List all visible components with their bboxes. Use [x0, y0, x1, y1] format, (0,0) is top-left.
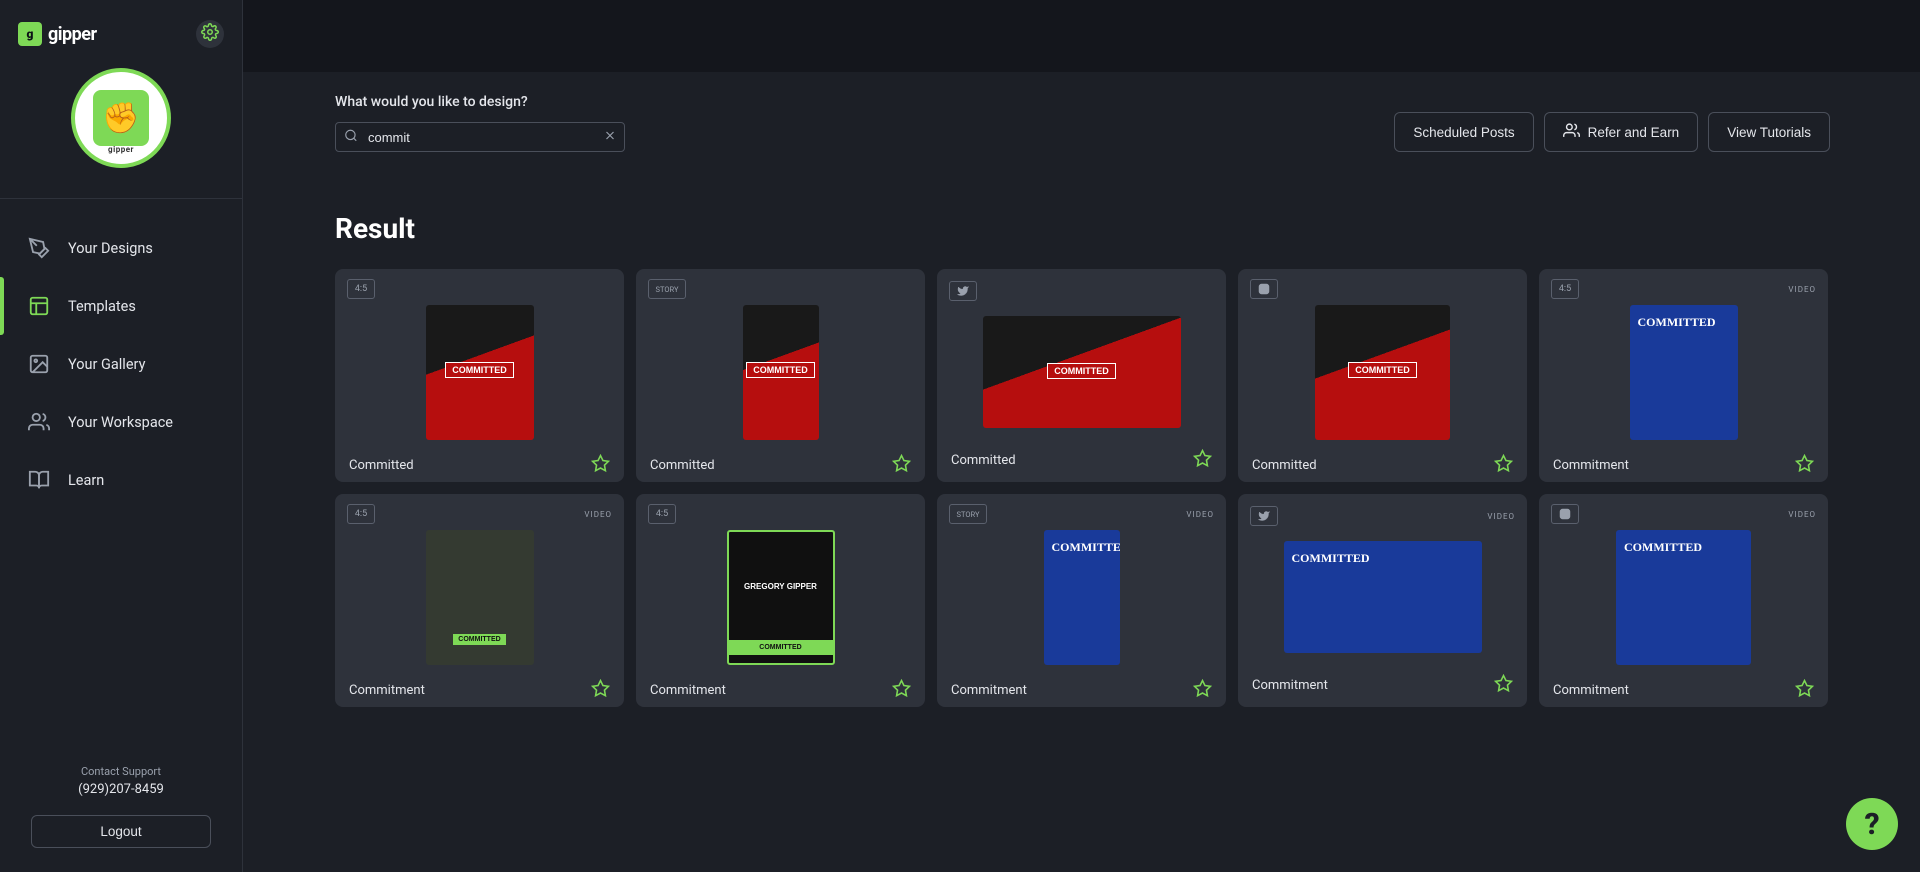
template-card[interactable]: 4:5 VIDEO Commitment [335, 494, 624, 707]
template-card[interactable]: 4:5 Commitment [636, 494, 925, 707]
template-card[interactable]: VIDEO Commitment [1539, 494, 1828, 707]
card-title: Committed [951, 453, 1016, 468]
users-icon [1563, 122, 1580, 142]
template-card[interactable]: Committed [1238, 269, 1527, 482]
nav-label: Learn [68, 472, 104, 489]
main: What would you like to design? Scheduled… [243, 0, 1920, 872]
nav-label: Your Gallery [68, 356, 145, 373]
ratio-badge: 4:5 [347, 504, 375, 524]
favorite-button[interactable] [1494, 454, 1513, 477]
favorite-button[interactable] [1193, 449, 1212, 472]
template-thumbnail [1315, 305, 1450, 440]
favorite-button[interactable] [1795, 679, 1814, 702]
template-thumbnail [1630, 305, 1738, 440]
favorite-button[interactable] [1795, 454, 1814, 477]
template-card[interactable]: STORY Committed [636, 269, 925, 482]
settings-button[interactable] [196, 20, 224, 48]
template-thumbnail [983, 316, 1181, 428]
template-thumbnail [727, 530, 835, 665]
sidebar-item-your-designs[interactable]: Your Designs [0, 219, 242, 277]
sidebar-item-learn[interactable]: Learn [0, 451, 242, 509]
card-title: Committed [1252, 458, 1317, 473]
template-card[interactable]: Committed [937, 269, 1226, 482]
ratio-badge: 4:5 [347, 279, 375, 299]
twitter-icon [949, 281, 977, 301]
result-heading: Result [335, 212, 1828, 245]
template-thumbnail [1284, 541, 1482, 653]
video-badge: VIDEO [1788, 510, 1816, 519]
brush-icon [28, 237, 50, 259]
template-thumbnail [426, 305, 534, 440]
instagram-icon [1250, 279, 1278, 299]
favorite-button[interactable] [1193, 679, 1212, 702]
card-title: Commitment [349, 683, 425, 698]
users-icon [28, 411, 50, 433]
avatar[interactable]: ✊ gipper [71, 68, 171, 168]
book-icon [28, 469, 50, 491]
card-title: Commitment [951, 683, 1027, 698]
card-title: Committed [650, 458, 715, 473]
avatar-caption: gipper [108, 145, 134, 154]
search-icon [344, 128, 358, 147]
nav-label: Templates [68, 298, 136, 315]
brand-name: gipper [48, 24, 97, 45]
top-bar-blank [243, 0, 1920, 72]
help-fab[interactable]: ? [1846, 798, 1898, 850]
template-card[interactable]: VIDEO Commitment [1238, 494, 1527, 707]
layout-icon [28, 295, 50, 317]
twitter-icon [1250, 506, 1278, 526]
card-title: Commitment [1553, 458, 1629, 473]
favorite-button[interactable] [892, 454, 911, 477]
card-title: Commitment [650, 683, 726, 698]
nav-label: Your Designs [68, 240, 153, 257]
refer-label: Refer and Earn [1588, 125, 1680, 140]
instagram-icon [1551, 504, 1579, 524]
favorite-button[interactable] [1494, 674, 1513, 697]
ratio-badge: 4:5 [648, 504, 676, 524]
video-badge: VIDEO [1186, 510, 1214, 519]
support-phone: (929)207-8459 [0, 782, 242, 797]
video-badge: VIDEO [1788, 285, 1816, 294]
sidebar: g gipper ✊ gipper Your DesignsTemplatesY… [0, 0, 243, 872]
logout-button[interactable]: Logout [31, 815, 211, 848]
ratio-badge: STORY [648, 279, 686, 299]
avatar-glyph: ✊ [93, 90, 149, 146]
card-title: Commitment [1553, 683, 1629, 698]
image-icon [28, 353, 50, 375]
template-card[interactable]: 4:5 Committed [335, 269, 624, 482]
brand-logo[interactable]: g gipper [18, 22, 97, 46]
favorite-button[interactable] [892, 679, 911, 702]
ratio-badge: STORY [949, 504, 987, 524]
sidebar-item-templates[interactable]: Templates [0, 277, 242, 335]
template-thumbnail [1044, 530, 1120, 665]
template-thumbnail [426, 530, 534, 665]
clear-icon[interactable] [603, 128, 617, 147]
favorite-button[interactable] [591, 454, 610, 477]
ratio-badge: 4:5 [1551, 279, 1579, 299]
refer-earn-button[interactable]: Refer and Earn [1544, 112, 1699, 152]
sidebar-item-your-workspace[interactable]: Your Workspace [0, 393, 242, 451]
template-thumbnail [1616, 530, 1751, 665]
nav-label: Your Workspace [68, 414, 173, 431]
gear-icon [201, 23, 219, 45]
sidebar-item-your-gallery[interactable]: Your Gallery [0, 335, 242, 393]
card-title: Committed [349, 458, 414, 473]
video-badge: VIDEO [584, 510, 612, 519]
card-title: Commitment [1252, 678, 1328, 693]
template-card[interactable]: STORY VIDEO Commitment [937, 494, 1226, 707]
template-grid: 4:5 Committed STORY Committed Committed Commi… [335, 269, 1828, 707]
template-card[interactable]: 4:5 VIDEO Commitment [1539, 269, 1828, 482]
tutorials-label: View Tutorials [1727, 125, 1811, 140]
logo-icon: g [18, 22, 42, 46]
search-input[interactable] [335, 122, 625, 152]
nav: Your Designs Templates Your Gallery Your Wo… [0, 199, 242, 529]
favorite-button[interactable] [591, 679, 610, 702]
view-tutorials-button[interactable]: View Tutorials [1708, 112, 1830, 152]
template-thumbnail [743, 305, 819, 440]
video-badge: VIDEO [1487, 512, 1515, 521]
scheduled-posts-button[interactable]: Scheduled Posts [1394, 112, 1533, 152]
support-label: Contact Support [0, 765, 242, 778]
search-title: What would you like to design? [335, 94, 625, 110]
scheduled-label: Scheduled Posts [1413, 125, 1514, 140]
